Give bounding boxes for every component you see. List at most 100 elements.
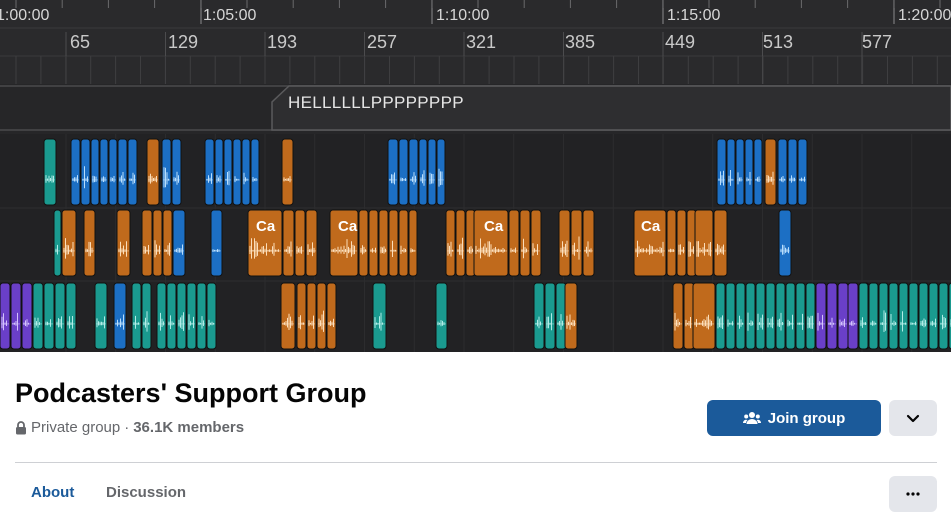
audio-clip[interactable] <box>372 282 387 350</box>
audio-clip[interactable] <box>53 209 62 277</box>
audio-clip[interactable] <box>918 282 929 350</box>
audio-clip[interactable] <box>398 138 409 206</box>
audio-clip[interactable] <box>436 138 446 206</box>
audio-clip[interactable] <box>90 138 100 206</box>
audio-clip[interactable] <box>418 138 428 206</box>
audio-clip[interactable] <box>21 282 33 350</box>
audio-clip[interactable] <box>61 209 77 277</box>
audio-clip[interactable] <box>805 282 816 350</box>
audio-clip[interactable] <box>778 209 792 277</box>
audio-clip[interactable] <box>455 209 466 277</box>
audio-clip[interactable] <box>745 282 756 350</box>
audio-clip[interactable] <box>544 282 556 350</box>
audio-clip[interactable] <box>281 138 294 206</box>
audio-clip[interactable] <box>564 282 578 350</box>
audio-clip[interactable] <box>777 138 788 206</box>
audio-clip[interactable] <box>171 138 182 206</box>
audio-clip[interactable] <box>282 209 295 277</box>
audio-clip[interactable] <box>558 209 571 277</box>
audio-clip[interactable] <box>666 209 677 277</box>
audio-clip[interactable] <box>672 282 684 350</box>
audio-clip[interactable] <box>108 138 118 206</box>
audio-clip[interactable] <box>928 282 939 350</box>
audio-clip[interactable] <box>80 138 91 206</box>
tab-discussion[interactable]: Discussion <box>106 484 186 501</box>
audio-clip[interactable] <box>306 282 317 350</box>
audio-clip[interactable] <box>141 282 152 350</box>
audio-clip[interactable] <box>232 138 242 206</box>
more-options-button[interactable] <box>889 476 937 512</box>
audio-clip[interactable] <box>294 209 306 277</box>
audio-clip[interactable] <box>764 138 777 206</box>
audio-clip[interactable] <box>408 209 418 277</box>
audio-clip[interactable] <box>196 282 207 350</box>
audio-clip[interactable] <box>676 209 687 277</box>
audio-clip[interactable] <box>755 282 766 350</box>
join-group-button[interactable]: Join group <box>707 400 881 436</box>
audio-clip[interactable] <box>508 209 520 277</box>
audio-clip[interactable] <box>43 282 55 350</box>
audio-clip[interactable] <box>43 138 57 206</box>
audio-clip[interactable] <box>305 209 318 277</box>
audio-clip[interactable] <box>716 138 727 206</box>
audio-clip[interactable] <box>582 209 595 277</box>
audio-clip[interactable] <box>888 282 899 350</box>
audio-clip[interactable] <box>408 138 419 206</box>
audio-clip[interactable] <box>398 209 409 277</box>
audio-clip[interactable] <box>744 138 754 206</box>
audio-clip[interactable] <box>113 282 127 350</box>
audio-clip[interactable] <box>938 282 949 350</box>
audio-clip[interactable] <box>735 282 746 350</box>
audio-clip[interactable] <box>519 209 531 277</box>
audio-clip[interactable] <box>156 282 167 350</box>
audio-clip[interactable] <box>445 209 456 277</box>
audio-clip[interactable] <box>795 282 806 350</box>
audio-clip[interactable] <box>316 282 327 350</box>
audio-clip[interactable] <box>378 209 389 277</box>
audio-clip[interactable] <box>117 138 128 206</box>
audio-clip[interactable] <box>787 138 798 206</box>
audio-clip[interactable] <box>10 282 22 350</box>
audio-clip[interactable] <box>837 282 849 350</box>
audio-clip[interactable] <box>161 138 172 206</box>
audio-clip[interactable] <box>387 138 399 206</box>
audio-clip[interactable] <box>868 282 879 350</box>
audio-clip[interactable] <box>427 138 437 206</box>
audio-clip[interactable] <box>858 282 869 350</box>
audio-clip[interactable] <box>435 282 448 350</box>
audio-clip[interactable] <box>725 282 736 350</box>
audio-clip[interactable] <box>141 209 153 277</box>
audio-clip[interactable] <box>99 138 109 206</box>
audio-clip[interactable] <box>250 138 260 206</box>
audio-clip[interactable] <box>296 282 307 350</box>
audio-clip[interactable] <box>206 282 217 350</box>
audio-clip[interactable] <box>847 282 859 350</box>
audio-clip[interactable] <box>214 138 224 206</box>
audio-clip[interactable] <box>65 282 77 350</box>
audio-clip[interactable] <box>176 282 187 350</box>
audio-clip[interactable] <box>785 282 796 350</box>
audio-clip[interactable] <box>83 209 96 277</box>
audio-clip[interactable] <box>241 138 251 206</box>
audio-clip[interactable] <box>530 209 542 277</box>
audio-clip[interactable] <box>162 209 173 277</box>
audio-clip[interactable] <box>908 282 919 350</box>
audio-clip[interactable] <box>753 138 763 206</box>
audio-clip[interactable] <box>210 209 223 277</box>
audio-clip[interactable] <box>715 282 726 350</box>
tab-about[interactable]: About <box>31 484 74 501</box>
audio-clip[interactable] <box>775 282 786 350</box>
audio-clip[interactable] <box>765 282 776 350</box>
audio-clip[interactable] <box>326 282 337 350</box>
audio-clip[interactable] <box>166 282 177 350</box>
audio-clip[interactable] <box>358 209 369 277</box>
audio-clip[interactable] <box>204 138 215 206</box>
audio-clip[interactable] <box>146 138 160 206</box>
audio-clip[interactable] <box>116 209 131 277</box>
audio-clip[interactable] <box>131 282 142 350</box>
audio-clip[interactable] <box>713 209 728 277</box>
audio-clip[interactable] <box>223 138 233 206</box>
audio-clip[interactable] <box>692 282 716 350</box>
audio-clip[interactable] <box>0 282 11 350</box>
audio-clip[interactable] <box>186 282 197 350</box>
